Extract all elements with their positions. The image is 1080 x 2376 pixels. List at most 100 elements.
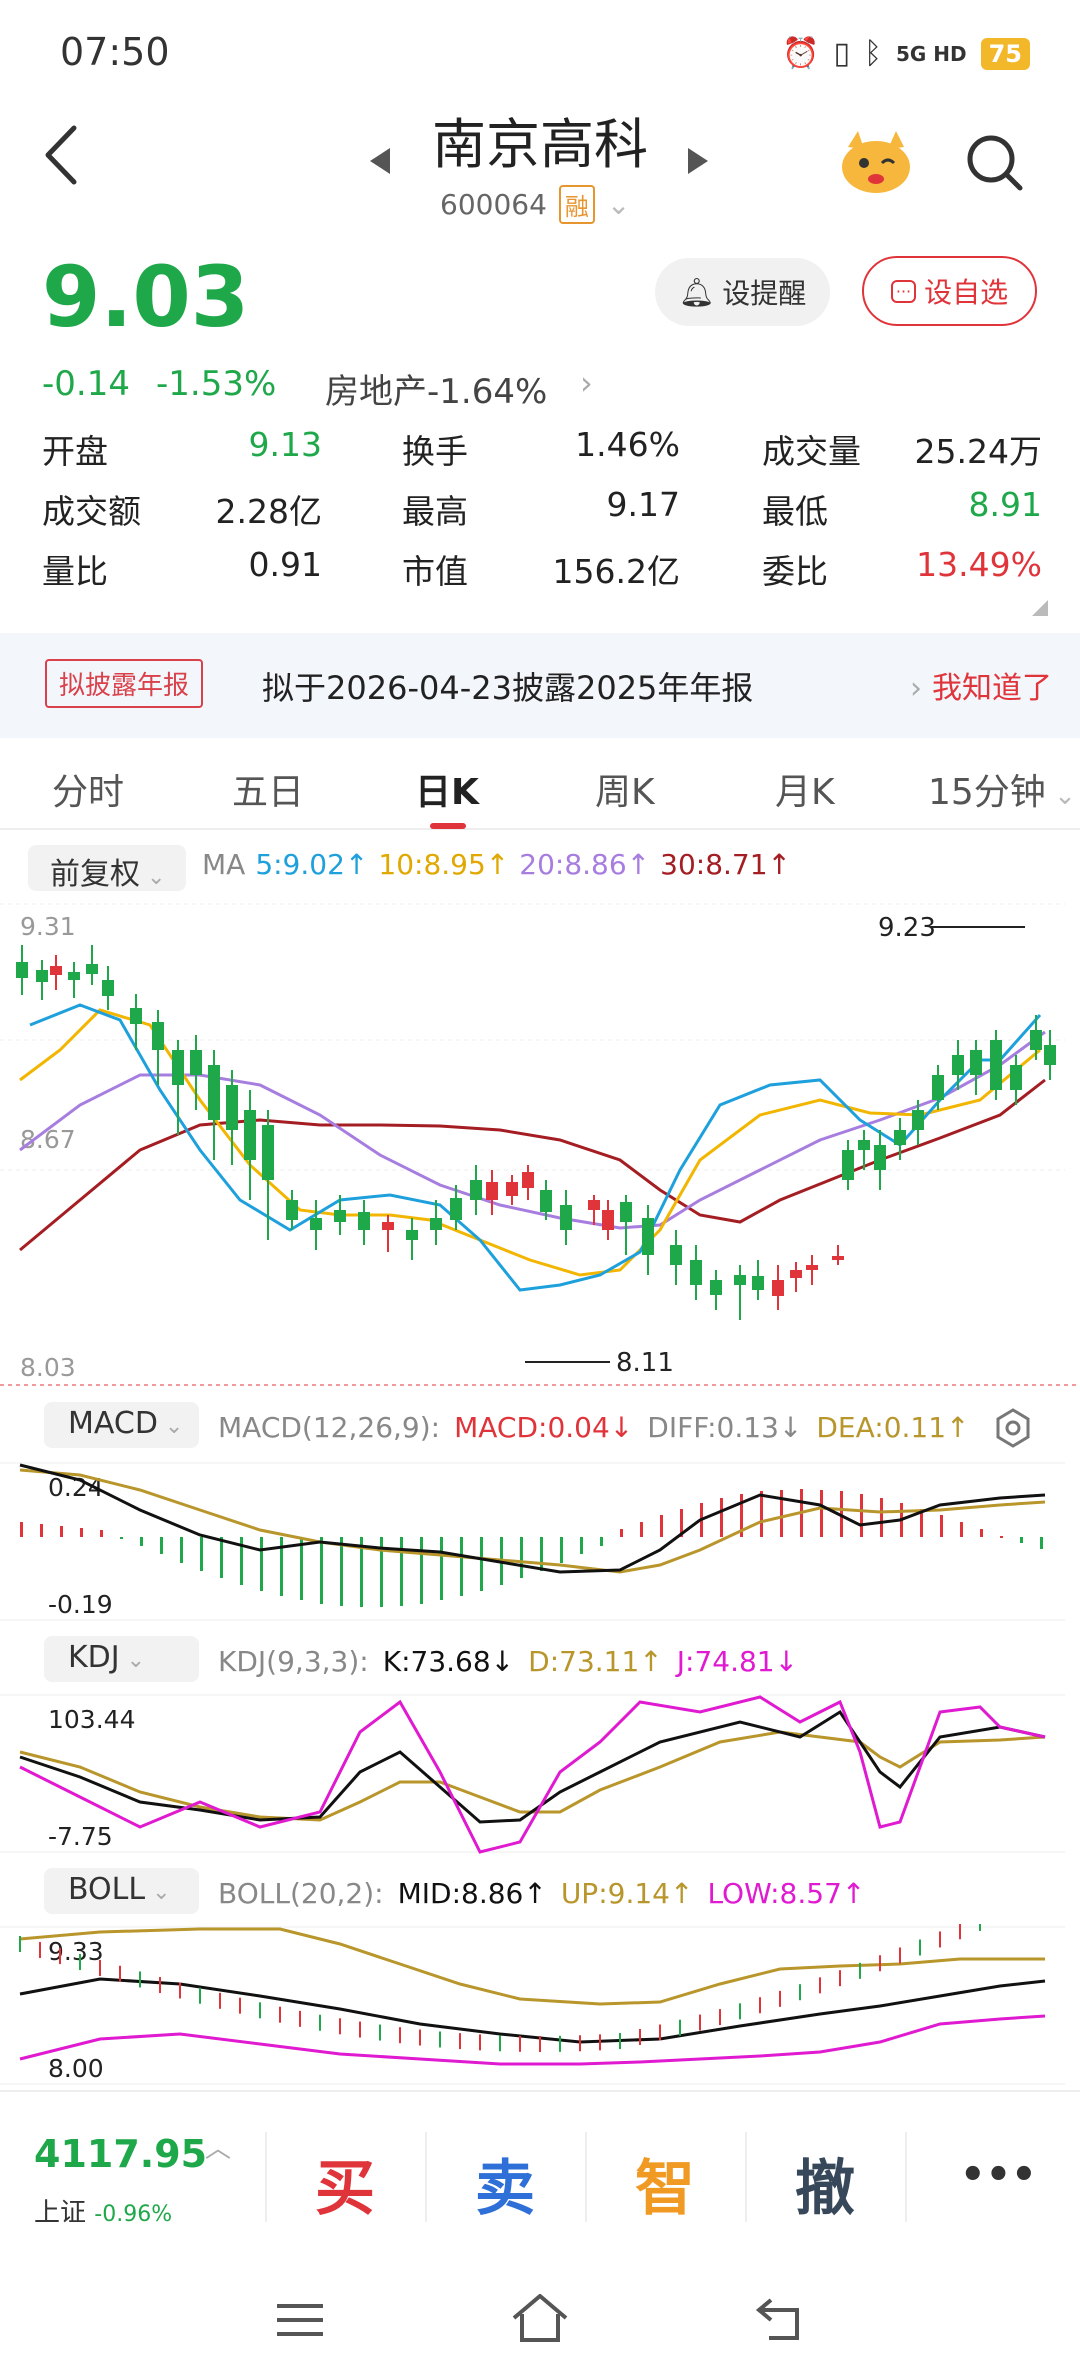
quote-row-3: 量比 0.91 市值 156.2亿 委比 13.49% [42,545,1042,595]
candle-body [710,1280,722,1295]
adjust-dropdown[interactable]: 前复权 ⌄ [28,845,186,892]
macd-bar [1040,1537,1043,1549]
search-icon[interactable] [965,133,1025,193]
kdj-button-label: KDJ [68,1640,120,1675]
tab-five-day[interactable]: 五日 [232,763,304,815]
mascot-icon[interactable] [836,125,916,197]
more-icon[interactable]: ••• [960,2152,1037,2198]
candle-body [172,1050,184,1085]
add-watchlist-button[interactable]: ··· 设自选 [862,256,1037,326]
macd-dropdown[interactable]: MACD ⌄ [44,1402,199,1448]
kdj-dropdown[interactable]: KDJ ⌄ [44,1636,199,1682]
macd-bar [300,1537,303,1600]
macd-bar [600,1537,603,1546]
chevron-down-icon: ⌄ [140,865,166,890]
macd-diff: DIFF:0.13↓ [647,1411,803,1444]
boll-price-ticks [19,1924,981,2052]
candle-body [670,1245,682,1265]
network-indicator: 5G HD [895,41,967,66]
ma10-line [19,1008,1041,1277]
macd-bar [820,1490,823,1537]
ma-lines [19,1003,1046,1292]
buy-button[interactable]: 买 [315,2140,375,2227]
tab-intraday[interactable]: 分时 [52,763,124,815]
tab-15min[interactable]: 15分钟 ⌄ [928,763,1076,815]
kline-chart[interactable]: 9.31 8.67 8.03 9.23 8.11 [0,900,1080,1390]
candle-body [470,1180,482,1200]
set-alert-button[interactable]: 🔔︎ 设提醒 [655,258,830,326]
cancel-order-button[interactable]: 撤 [795,2140,855,2227]
kline-min-marker: 8.11 [525,1348,674,1378]
stock-code-row[interactable]: 600064 融 ⌄ [440,185,630,224]
candle-body [286,1200,298,1220]
macd-legend: MACD(12,26,9): MACD:0.04↓ DIFF:0.13↓ DEA… [218,1411,970,1444]
next-stock-icon[interactable] [686,146,710,176]
home-icon[interactable] [510,2292,570,2344]
back-nav-icon[interactable] [755,2296,805,2342]
notice-ack-label: 我知道了 [932,671,1052,706]
kline-y-top: 9.31 [20,912,76,941]
macd-bar [1000,1536,1003,1538]
candle-body [952,1055,964,1075]
kdj-chart: 103.44 -7.75 [0,1694,1065,1854]
settings-icon[interactable] [995,1408,1031,1448]
add-watchlist-label: 设自选 [924,276,1009,309]
candle-body [772,1280,784,1296]
quote-row-2: 成交额 2.28亿 最高 9.17 最低 8.91 [42,485,1042,535]
macd-bar [420,1537,423,1604]
macd-bar [80,1528,83,1537]
macd-bar [660,1515,663,1537]
price-change-pct: -1.53% [155,364,277,404]
sell-button[interactable]: 卖 [475,2140,535,2227]
macd-bar [220,1537,223,1578]
macd-bar [160,1537,163,1554]
boll-mid-line [19,1977,1046,2044]
candle-body [642,1218,654,1255]
smart-button[interactable]: 智 [635,2140,695,2227]
candle-body [190,1050,202,1075]
notice-tag: 拟披露年报 [45,659,204,708]
candle-body [858,1140,870,1150]
tab-daily-k[interactable]: 日K [415,763,479,815]
macd-bar [20,1522,23,1537]
index-value[interactable]: 4117.95 [34,2132,207,2176]
menu-icon[interactable] [275,2300,325,2340]
divider [265,2132,267,2222]
boll-low-line [19,2014,1046,2066]
boll-params: BOLL(20,2): [218,1877,384,1910]
macd-dea: DEA:0.11↑ [816,1411,970,1444]
vibrate-icon: ▯ [833,36,850,71]
chevron-down-icon: ⌄ [157,1414,184,1439]
sector-link[interactable]: 房地产-1.64% [325,364,547,413]
candle-body [522,1172,534,1188]
boll-dropdown[interactable]: BOLL ⌄ [44,1868,199,1914]
stock-name: 南京高科 [432,113,648,176]
candle-body [690,1260,702,1285]
candle-body [50,966,62,975]
candle-body [86,964,98,974]
quote-label: 换手 [402,432,468,471]
macd-value: MACD:0.04↓ [454,1411,634,1444]
tab-weekly-k[interactable]: 周K [595,763,655,815]
notice-ack-button[interactable]: › 我知道了 [910,663,1052,707]
quote-label: 委比 [762,552,828,591]
candle-body [506,1182,518,1196]
expand-corner-icon[interactable] [1030,598,1050,618]
boll-low: LOW:8.57↑ [707,1877,866,1910]
candle-body [130,1008,142,1024]
macd-bar [580,1537,583,1554]
ma10-value: 10:8.95↑ [378,848,510,881]
battery-indicator: 75 [980,37,1030,70]
candle-body [382,1222,394,1230]
candle-body [1030,1030,1042,1050]
kdj-k-line [19,1709,1046,1824]
tab-monthly-k[interactable]: 月K [775,763,835,815]
candle-body [16,962,28,978]
kdj-y-top: 103.44 [48,1705,135,1734]
macd-bar [480,1537,483,1591]
candle-body [832,1256,844,1260]
chevron-up-icon[interactable]: ︿ [205,2128,231,2165]
candle-body [310,1218,322,1230]
candle-body [970,1050,982,1075]
candle-body [602,1210,614,1230]
